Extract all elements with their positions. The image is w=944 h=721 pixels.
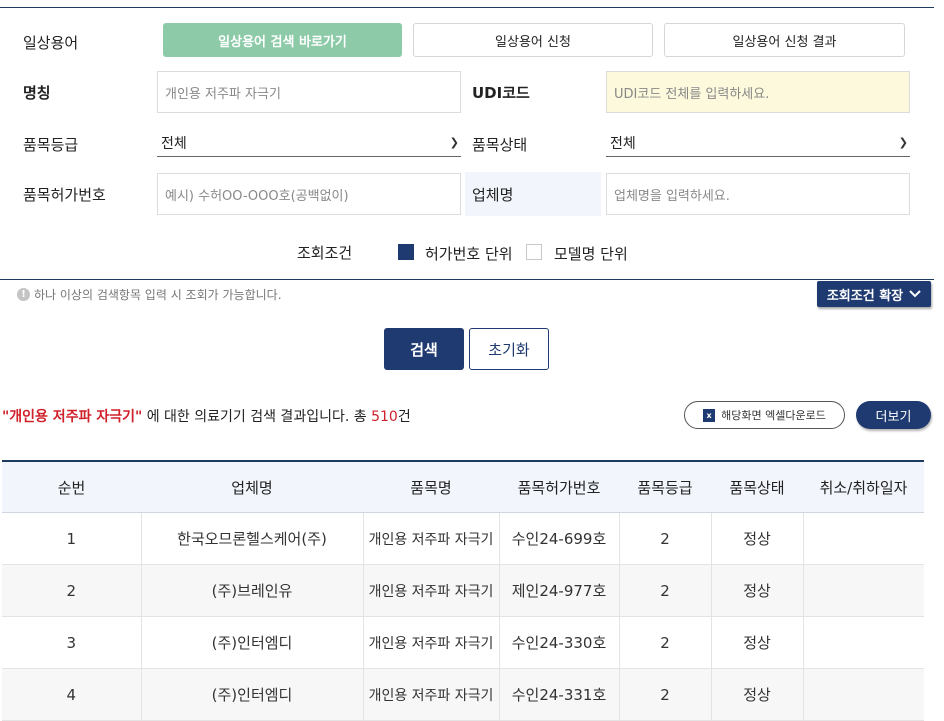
cell-status: 정상	[710, 668, 803, 721]
table-row[interactable]: 1 한국오므론헬스케어(주) 개인용 저주파 자극기 수인24-699호 2 정…	[2, 512, 924, 565]
cell-permit-number[interactable]: 제인24-977호	[498, 564, 619, 617]
col-header-grade: 품목등급	[619, 461, 711, 513]
model-unit-label: 모델명 단위	[554, 245, 628, 263]
udi-input[interactable]: UDI코드 전체를 입력하세요.	[606, 71, 910, 113]
cell-item-name[interactable]: 개인용 저주파 자극기	[362, 512, 499, 565]
chevron-down-icon: ❯	[449, 136, 459, 149]
grade-select-value: 전체	[161, 135, 187, 152]
label-permit-number: 품목허가번호	[23, 186, 106, 204]
grade-select[interactable]: 전체 ❯	[157, 129, 461, 157]
label-company: 업체명	[472, 186, 514, 204]
cell-item-name[interactable]: 개인용 저주파 자극기	[362, 668, 499, 721]
cell-company[interactable]: (주)브레인유	[140, 564, 363, 617]
search-button[interactable]: 검색	[384, 328, 464, 370]
name-input-value: 개인용 저주파 자극기	[165, 86, 281, 102]
cell-grade: 2	[618, 668, 711, 721]
label-name: 명칭	[23, 84, 51, 102]
table-row[interactable]: 3 (주)인터엠디 개인용 저주파 자극기 수인24-330호 2 정상	[2, 616, 924, 669]
excel-icon: x	[703, 408, 716, 422]
label-status: 품목상태	[472, 136, 528, 154]
cell-company[interactable]: (주)인터엠디	[140, 668, 363, 721]
table-row[interactable]: 2 (주)브레인유 개인용 저주파 자극기 제인24-977호 2 정상	[2, 564, 924, 617]
col-header-item-name: 품목명	[363, 461, 499, 513]
label-daily-term: 일상용어	[23, 34, 79, 52]
chevron-down-icon: ❯	[898, 136, 908, 149]
model-unit-checkbox[interactable]	[526, 244, 542, 260]
chevron-down-icon	[909, 290, 921, 298]
info-icon: !	[17, 288, 30, 301]
cell-permit-number[interactable]: 수인24-330호	[498, 616, 619, 669]
result-count: 510	[371, 409, 398, 425]
status-select[interactable]: 전체 ❯	[606, 129, 910, 157]
col-header-status: 품목상태	[711, 461, 803, 513]
more-button[interactable]: 더보기	[856, 401, 931, 429]
tab-daily-term-result[interactable]: 일상용어 신청 결과	[664, 23, 905, 57]
table-header-row: 순번 업체명 품목명 품목허가번호 품목등급 품목상태 취소/취하일자	[2, 461, 924, 513]
results-table: 순번 업체명 품목명 품목허가번호 품목등급 품목상태 취소/취하일자 1 한국…	[2, 460, 924, 721]
cell-company[interactable]: 한국오므론헬스케어(주)	[140, 512, 363, 565]
cell-grade: 2	[618, 512, 711, 565]
label-grade: 품목등급	[23, 136, 79, 154]
tab-daily-term-request[interactable]: 일상용어 신청	[413, 23, 653, 57]
status-select-value: 전체	[610, 135, 636, 152]
name-input[interactable]: 개인용 저주파 자극기	[157, 71, 461, 113]
table-row[interactable]: 4 (주)인터엠디 개인용 저주파 자극기 수인24-331호 2 정상	[2, 668, 924, 721]
result-unit: 건	[397, 409, 411, 425]
result-summary: "개인용 저주파 자극기" 에 대한 의료기기 검색 결과입니다. 총 510건	[2, 406, 411, 426]
col-header-cancel-date: 취소/취하일자	[803, 461, 924, 513]
permit-number-input[interactable]: 예시) 수허OO-OOO호(공백없이)	[157, 173, 461, 215]
cell-no: 2	[2, 564, 141, 617]
notice-text: 하나 이상의 검색항목 입력 시 조회가 가능합니다.	[34, 288, 282, 302]
cell-item-name[interactable]: 개인용 저주파 자극기	[362, 616, 499, 669]
col-header-no: 순번	[2, 461, 141, 513]
cell-no: 4	[2, 668, 141, 721]
cell-no: 3	[2, 616, 141, 669]
cell-company[interactable]: (주)인터엠디	[140, 616, 363, 669]
tab-daily-term-search[interactable]: 일상용어 검색 바로가기	[163, 23, 402, 57]
label-udi: UDI코드	[472, 84, 530, 102]
expand-label: 조회조건 확장	[826, 288, 904, 304]
company-input[interactable]: 업체명을 입력하세요.	[606, 173, 910, 215]
result-query: "개인용 저주파 자극기"	[2, 409, 143, 425]
cell-permit-number[interactable]: 수인24-699호	[498, 512, 619, 565]
cell-item-name[interactable]: 개인용 저주파 자극기	[362, 564, 499, 617]
cell-grade: 2	[618, 616, 711, 669]
search-notice: ! 하나 이상의 검색항목 입력 시 조회가 가능합니다.	[17, 286, 282, 303]
cell-cancel-date	[802, 564, 924, 617]
cell-status: 정상	[710, 564, 803, 617]
label-search-condition: 조회조건	[297, 244, 353, 262]
permit-number-placeholder: 예시) 수허OO-OOO호(공백없이)	[165, 188, 349, 204]
cell-status: 정상	[710, 512, 803, 565]
expand-conditions-button[interactable]: 조회조건 확장	[817, 281, 931, 307]
reset-button[interactable]: 초기화	[469, 328, 549, 370]
col-header-permit-number: 품목허가번호	[499, 461, 619, 513]
cell-no: 1	[2, 512, 141, 565]
top-divider	[0, 7, 934, 8]
cell-cancel-date	[802, 668, 924, 721]
cell-cancel-date	[802, 616, 924, 669]
cell-grade: 2	[618, 564, 711, 617]
excel-download-label: 해당화면 엑셀다운로드	[721, 409, 826, 422]
cell-cancel-date	[802, 512, 924, 565]
form-bottom-divider	[0, 279, 934, 280]
company-input-placeholder: 업체명을 입력하세요.	[614, 188, 730, 204]
udi-input-placeholder: UDI코드 전체를 입력하세요.	[614, 86, 770, 102]
cell-status: 정상	[710, 616, 803, 669]
permit-unit-checkbox[interactable]	[398, 244, 414, 260]
result-text: 에 대한 의료기기 검색 결과입니다. 총	[142, 409, 372, 425]
permit-unit-label: 허가번호 단위	[425, 245, 513, 263]
cell-permit-number[interactable]: 수인24-331호	[498, 668, 619, 721]
col-header-company: 업체명	[141, 461, 363, 513]
excel-download-button[interactable]: x 해당화면 엑셀다운로드	[684, 401, 845, 429]
